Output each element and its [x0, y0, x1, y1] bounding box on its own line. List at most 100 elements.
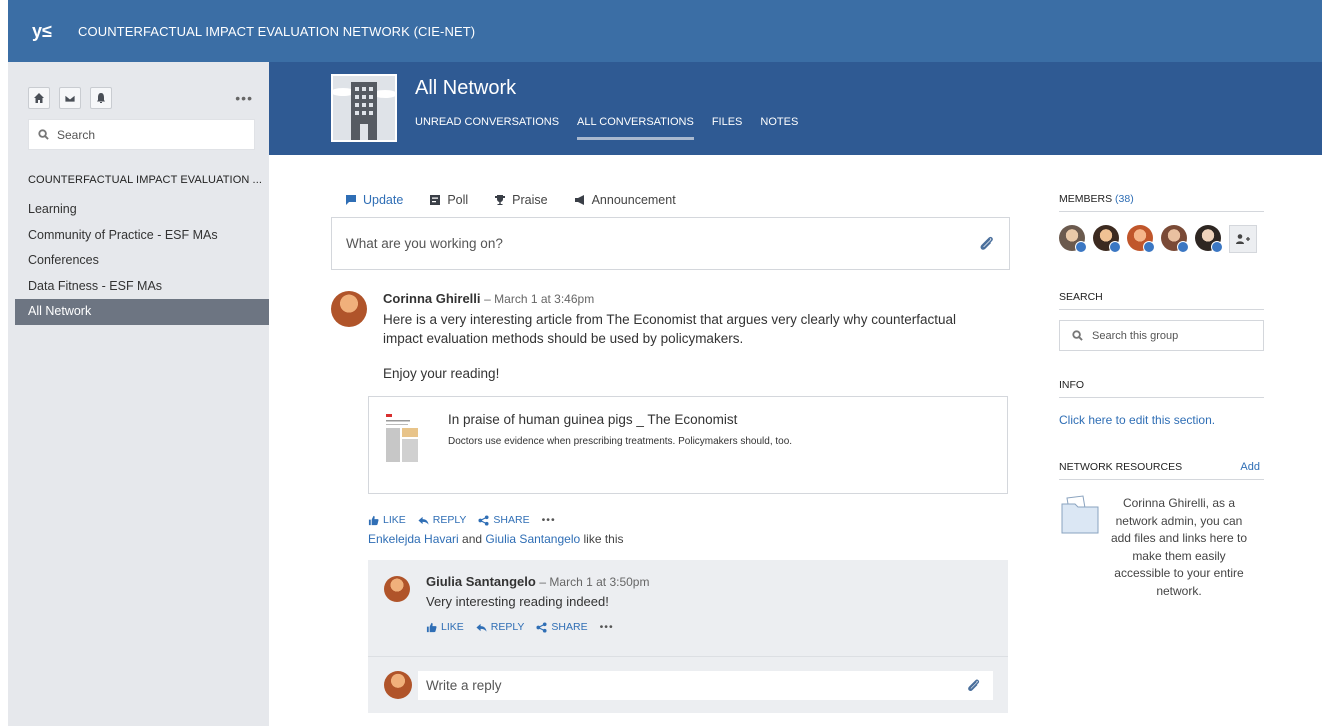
- edit-info-link-text[interactable]: Click here to edit this section.: [1059, 413, 1215, 427]
- attachment-title[interactable]: In praise of human guinea pigs _ The Eco…: [448, 412, 737, 427]
- likes-suffix: like this: [580, 532, 624, 546]
- trophy-icon: [495, 195, 506, 205]
- sidebar-group-list: Learning Community of Practice - ESF MAs…: [8, 197, 269, 325]
- reply-input-placeholder: Write a reply: [426, 678, 502, 693]
- likes-summary: Enkelejda Havari and Giulia Santangelo l…: [368, 532, 1010, 546]
- post-text-closing: Enjoy your reading!: [383, 366, 500, 381]
- speech-bubble-icon: [346, 195, 356, 205]
- group-tabs: UNREAD CONVERSATIONS ALL CONVERSATIONS F…: [415, 116, 816, 140]
- member-avatar[interactable]: [1093, 225, 1121, 253]
- publisher-tab-update[interactable]: Update: [345, 193, 403, 207]
- reply-arrow-icon: [476, 623, 487, 632]
- reply-actions: LIKE REPLY SHARE •••: [426, 621, 1008, 633]
- sidebar-item-community-of-practice[interactable]: Community of Practice - ESF MAs: [8, 223, 269, 249]
- attachment-card[interactable]: In praise of human guinea pigs _ The Eco…: [368, 396, 1008, 494]
- reply-button[interactable]: REPLY: [418, 514, 466, 526]
- publisher-tab-announcement-label: Announcement: [591, 193, 676, 207]
- reply-timestamp[interactable]: – March 1 at 3:50pm: [539, 575, 649, 589]
- thumbs-up-icon: [368, 515, 379, 525]
- members-header: MEMBERS (38): [1059, 193, 1264, 212]
- reply-input[interactable]: Write a reply: [418, 671, 993, 700]
- post-timestamp[interactable]: – March 1 at 3:46pm: [484, 292, 594, 306]
- paperclip-icon[interactable]: [965, 677, 981, 693]
- add-person-icon: [1236, 234, 1250, 244]
- more-options-button[interactable]: •••: [235, 90, 253, 106]
- resources-header: NETWORK RESOURCES Add: [1059, 461, 1264, 480]
- avatar[interactable]: [384, 576, 410, 602]
- post-header: Corinna Ghirelli – March 1 at 3:46pm: [383, 291, 1010, 306]
- publisher-tabs: Update Poll Praise Announcement: [345, 193, 1010, 207]
- publisher-tab-announcement[interactable]: Announcement: [574, 193, 676, 207]
- tab-notes[interactable]: NOTES: [760, 116, 798, 140]
- edit-info-link[interactable]: Click here to edit this section.: [1059, 413, 1264, 427]
- add-resource-link[interactable]: Add: [1240, 461, 1260, 473]
- sidebar-item-conferences[interactable]: Conferences: [8, 248, 269, 274]
- share-button[interactable]: SHARE: [536, 621, 588, 633]
- main-feed: Update Poll Praise Announcement What are…: [331, 155, 1010, 713]
- search-section: SEARCH Search this group: [1059, 291, 1264, 351]
- reply-button[interactable]: REPLY: [476, 621, 524, 633]
- home-button[interactable]: [28, 87, 50, 109]
- like-label: LIKE: [441, 621, 464, 633]
- megaphone-icon: [574, 195, 584, 205]
- search-icon: [1072, 330, 1083, 341]
- reply-item: Giulia Santangelo – March 1 at 3:50pm Ve…: [368, 560, 1008, 656]
- yammer-logo-icon[interactable]: y≤: [20, 9, 64, 53]
- publisher-tab-praise-label: Praise: [512, 193, 548, 207]
- publisher-tab-praise[interactable]: Praise: [494, 193, 548, 207]
- member-avatars: [1059, 225, 1264, 253]
- folder-icon: [1061, 495, 1099, 534]
- sidebar-item-data-fitness[interactable]: Data Fitness - ESF MAs: [8, 274, 269, 300]
- publisher-tab-poll[interactable]: Poll: [429, 193, 468, 207]
- member-avatar[interactable]: [1127, 225, 1155, 253]
- top-bar: y≤ COUNTERFACTUAL IMPACT EVALUATION NETW…: [8, 0, 1322, 62]
- like-label: LIKE: [383, 514, 406, 526]
- like-button[interactable]: LIKE: [368, 514, 406, 526]
- search-icon: [38, 129, 49, 140]
- notifications-button[interactable]: [90, 87, 112, 109]
- member-avatar[interactable]: [1161, 225, 1189, 253]
- post-actions: LIKE REPLY SHARE •••: [368, 514, 1010, 526]
- members-label[interactable]: MEMBERS: [1059, 193, 1112, 205]
- network-title[interactable]: COUNTERFACTUAL IMPACT EVALUATION NETWORK…: [78, 24, 475, 39]
- group-search-input[interactable]: Search this group: [1059, 320, 1264, 351]
- likes-conjunction: and: [458, 532, 486, 546]
- resources-body: Corinna Ghirelli, as a network admin, yo…: [1059, 490, 1264, 610]
- sidebar-search-input[interactable]: Search: [28, 119, 255, 150]
- avatar[interactable]: [331, 291, 367, 327]
- liker-link[interactable]: Enkelejda Havari: [368, 532, 459, 546]
- publisher-input[interactable]: What are you working on?: [331, 217, 1010, 270]
- sidebar-item-all-network[interactable]: All Network: [15, 299, 269, 325]
- tab-all-conversations[interactable]: ALL CONVERSATIONS: [577, 116, 694, 140]
- member-avatar[interactable]: [1195, 225, 1223, 253]
- post-text: Here is a very interesting article from …: [383, 312, 956, 346]
- post-author-name[interactable]: Corinna Ghirelli: [383, 291, 481, 306]
- sidebar-item-learning[interactable]: Learning: [8, 197, 269, 223]
- poll-icon: [430, 195, 441, 205]
- share-icon: [536, 621, 547, 633]
- member-avatar[interactable]: [1059, 225, 1087, 253]
- reply-author-name[interactable]: Giulia Santangelo: [426, 574, 536, 589]
- members-count[interactable]: (38): [1115, 193, 1134, 205]
- reply-more-button[interactable]: •••: [600, 621, 614, 633]
- share-button[interactable]: SHARE: [478, 514, 530, 526]
- post-more-button[interactable]: •••: [542, 514, 556, 526]
- document-thumbnail: [385, 409, 419, 473]
- like-button[interactable]: LIKE: [426, 621, 464, 633]
- inbox-button[interactable]: [59, 87, 81, 109]
- sidebar-group-title[interactable]: COUNTERFACTUAL IMPACT EVALUATION ...: [28, 174, 269, 188]
- publisher-tab-update-label: Update: [363, 193, 404, 207]
- info-label: INFO: [1059, 379, 1085, 391]
- reply-header: Giulia Santangelo – March 1 at 3:50pm: [426, 574, 1008, 589]
- share-icon: [478, 514, 489, 526]
- tab-unread-conversations[interactable]: UNREAD CONVERSATIONS: [415, 116, 559, 140]
- liker-link[interactable]: Giulia Santangelo: [485, 532, 580, 546]
- reply-thread: Giulia Santangelo – March 1 at 3:50pm Ve…: [368, 560, 1008, 713]
- tab-files[interactable]: FILES: [712, 116, 743, 140]
- share-label: SHARE: [551, 621, 588, 633]
- right-column: MEMBERS (38) SEARCH Search this group IN…: [1059, 155, 1264, 610]
- add-member-button[interactable]: [1229, 225, 1257, 253]
- members-section: MEMBERS (38): [1059, 193, 1264, 253]
- thumbs-up-icon: [426, 622, 437, 632]
- paperclip-icon[interactable]: [977, 234, 995, 252]
